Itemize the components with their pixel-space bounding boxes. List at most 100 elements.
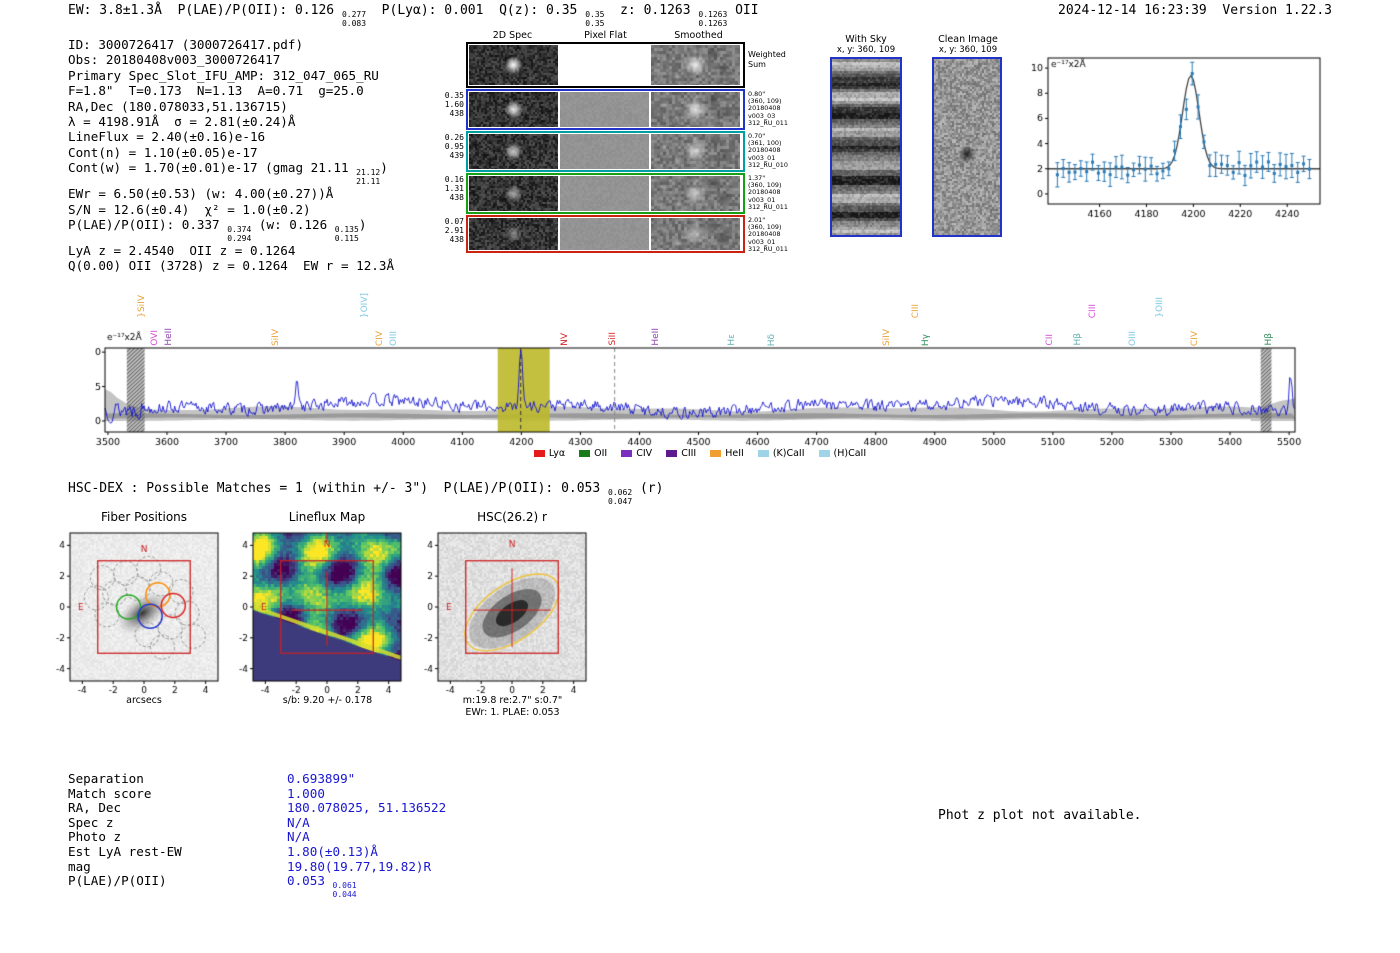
match-table-row: RA, Dec 180.078025, 51.136522 xyxy=(68,800,447,816)
spec2d-cell-spec xyxy=(469,176,558,211)
stacked-value: 21.12 21.11 xyxy=(356,168,381,186)
match-field-value: 1.000 xyxy=(287,785,325,801)
spec2d-header-smoothed: Smoothed xyxy=(674,30,723,41)
match-field-value: 1.80(±0.13)Å xyxy=(287,843,378,859)
match-table-row: mag 19.80(19.77,19.82)R xyxy=(68,858,446,875)
spec2d-cell-smooth xyxy=(651,218,740,250)
match-field-label: P(LAE)/P(OII) xyxy=(68,873,167,889)
legend-label: CIII xyxy=(681,448,697,459)
info-line: LyA z = 2.4540 OII z = 0.1264 xyxy=(68,243,296,259)
clean-image-subtitle: x, y: 360, 109 xyxy=(938,45,998,55)
legend-item: CIII xyxy=(666,448,696,459)
stacked-value: 0.061 0.044 xyxy=(332,881,357,899)
match-field-label: Match score xyxy=(68,785,152,801)
hsc-dex-match-line: HSC-DEX : Possible Matches = 1 (within +… xyxy=(68,481,664,506)
info-line: P(LAE)/P(OII): 0.337 0.374 0.294 (w: 0.12… xyxy=(68,217,367,243)
legend-item: (H)CaII xyxy=(818,448,867,459)
clean-image-panel xyxy=(932,57,1002,237)
spec2d-cell-flat xyxy=(560,134,649,169)
info-line: RA,Dec (180.078033,51.136715) xyxy=(68,98,288,114)
spec2d-row-values: 0.16 1.31 438 xyxy=(444,175,464,202)
legend-item: OII xyxy=(579,448,607,459)
match-table: Separation 0.693899" Match score 1.000 RA, D… xyxy=(68,771,447,899)
phot-z-note: Phot z plot not available. xyxy=(938,808,1142,823)
spec2d-row-annotation: Weighted Sum xyxy=(748,50,786,69)
info-line: LineFlux = 2.40(±0.16)e-16 xyxy=(68,129,266,145)
spec2d-row xyxy=(466,131,745,172)
match-field-value: 19.80(19.77,19.82)R xyxy=(287,858,432,874)
spec2d-cell-spec xyxy=(469,134,558,169)
stacked-value: 0.374 0.294 xyxy=(227,225,252,243)
info-line: F=1.8" T=0.173 N=1.13 A=0.71 g=25.0 xyxy=(68,83,364,99)
hsc-xlabel: m:19.8 re:2.7" s:0.7" xyxy=(462,695,563,706)
spec2d-cell-flat xyxy=(560,176,649,211)
with-sky-image xyxy=(832,59,900,235)
match-table-row: Photo z N/A xyxy=(68,830,446,845)
timestamp: 2024-12-14 16:23:39 xyxy=(1058,3,1207,18)
spec2d-row xyxy=(466,215,745,253)
spec2d-header-pixelflat: Pixel Flat xyxy=(584,30,627,41)
legend-label: (K)CaII xyxy=(772,448,805,459)
legend-item: CIV xyxy=(621,448,652,459)
spec2d-row-values: 0.35 1.60 438 xyxy=(444,91,464,118)
with-sky-panel xyxy=(830,57,902,237)
spec2d-row-annotation: 2.01" (360, 109) 20180408 v003_01 312_RU_011 xyxy=(748,216,788,253)
hsc-r-title: HSC(26.2) r xyxy=(477,510,547,524)
fiber-positions-plot xyxy=(32,527,222,697)
match-field-label: Photo z xyxy=(68,829,122,845)
timestamp-version: 2024-12-14 16:23:39 Version 1.22.3 xyxy=(1058,3,1332,19)
spec2d-cell-spec xyxy=(469,218,558,250)
match-table-row: Est LyA rest-EW 1.80(±0.13)Å xyxy=(68,843,446,860)
spec2d-row xyxy=(466,42,745,88)
match-field-label: Spec z xyxy=(68,814,114,830)
stacked-value: 0.35 0.35 xyxy=(585,10,605,28)
match-table-row: P(LAE)/P(OII) 0.053 0.061 0.044 xyxy=(68,873,446,899)
info-line: Primary Spec_Slot_IFU_AMP: 312_047_065_R… xyxy=(68,67,379,83)
legend-swatch xyxy=(666,450,678,457)
legend-swatch xyxy=(757,450,769,457)
line-fit-chart xyxy=(1020,46,1330,241)
info-line: λ = 4198.91Å σ = 2.81(±0.24)Å xyxy=(68,114,296,130)
summary-line: EW: 3.8±1.3Å P(LAE)/P(OII): 0.126 0.277 0… xyxy=(68,3,759,28)
stacked-value: 0.277 0.083 xyxy=(341,10,367,28)
lineflux-map-title: Lineflux Map xyxy=(288,510,366,524)
spec2d-row-annotation: 0.70" (361, 100) 20180408 v003_01 312_RU_010 xyxy=(748,132,788,169)
stacked-value: 0.062 0.047 xyxy=(608,488,633,506)
legend-item: (K)CaII xyxy=(757,448,805,459)
lineflux-map-plot xyxy=(215,527,405,697)
match-field-value: 180.078025, 51.136522 xyxy=(287,800,447,816)
legend-item: Lyα xyxy=(533,448,566,459)
spec2d-grid: Weighted Sum 0.35 1.60 438 0.80" (360, 109) 201… xyxy=(440,42,810,254)
hsc-image-plot xyxy=(400,527,590,697)
spec2d-cell-smooth xyxy=(651,176,740,211)
match-field-label: mag xyxy=(68,858,91,874)
match-field-value: N/A xyxy=(287,814,310,830)
legend-label: CIV xyxy=(636,448,653,459)
fiber-positions-title: Fiber Positions xyxy=(100,510,188,524)
info-line: Cont(n) = 1.10(±0.05)e-17 xyxy=(68,144,258,160)
info-line: EWr = 6.50(±0.53) (w: 4.00(±0.27))Å xyxy=(68,186,334,202)
hsc-xlabel2: EWr: 1. PLAE: 0.053 xyxy=(465,707,560,718)
stacked-value: 0.1263 0.1263 xyxy=(698,10,728,28)
spec2d-row xyxy=(466,173,745,214)
match-field-value: N/A xyxy=(287,829,310,845)
legend-label: Lyα xyxy=(548,448,566,459)
match-field-value: 0.053 0.061 0.044 xyxy=(287,873,357,899)
match-field-label: Est LyA rest-EW xyxy=(68,843,182,859)
spectrum-legend: Lyα OII CIV CIII HeII (K)CaII (H)CaII xyxy=(105,448,1295,459)
info-line: Cont(w) = 1.70(±0.01)e-17 (gmag 21.11 21… xyxy=(68,160,388,186)
spec2d-cell-spec xyxy=(469,92,558,127)
spec2d-cell-smooth xyxy=(651,134,740,169)
spec2d-row xyxy=(466,89,745,130)
legend-label: (H)CaII xyxy=(833,448,867,459)
legend-swatch xyxy=(710,450,722,457)
spec2d-cell-smooth xyxy=(651,92,740,127)
spec2d-cell-flat xyxy=(560,45,649,85)
stacked-value: 0.135 0.115 xyxy=(334,225,359,243)
info-line: Obs: 20180408v003_3000726417 xyxy=(68,52,281,68)
fiber-xlabel: arcsecs xyxy=(126,695,162,706)
full-spectrum-chart xyxy=(95,268,1310,458)
clean-image-title: Clean Image xyxy=(938,34,998,45)
info-line: ID: 3000726417 (3000726417.pdf) xyxy=(68,37,304,52)
spec2d-cell-spec xyxy=(469,45,558,85)
